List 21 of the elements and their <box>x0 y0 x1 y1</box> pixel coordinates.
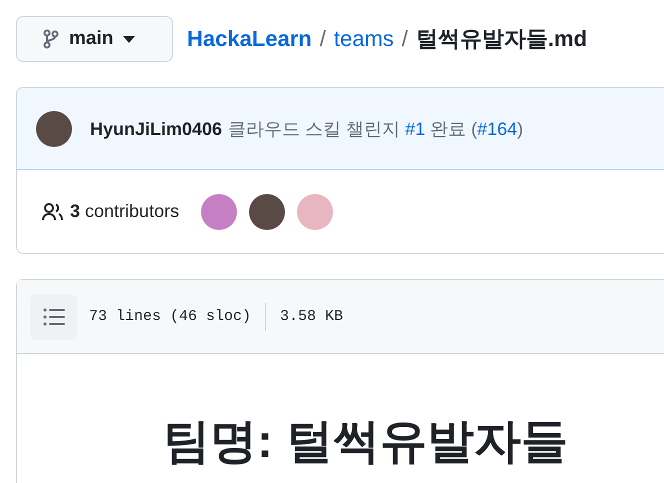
issue-link[interactable]: #164 <box>477 118 518 138</box>
repo-link[interactable]: HackaLearn <box>187 26 312 52</box>
people-icon <box>42 202 64 220</box>
caret-icon <box>123 36 136 42</box>
author-link[interactable]: HyunJiLim0406 <box>90 118 222 138</box>
branch-button[interactable]: main <box>16 16 173 62</box>
path-separator: / <box>402 26 408 52</box>
branch-icon <box>43 29 59 49</box>
path-separator: / <box>320 26 326 52</box>
list-icon <box>42 308 64 326</box>
contributors-count[interactable]: 3 contributors <box>70 201 180 222</box>
folder-link[interactable]: teams <box>334 26 394 52</box>
contributor-avatar[interactable] <box>249 194 286 230</box>
file-name: 털썩유발자들.md <box>416 25 588 53</box>
issue-link[interactable]: #1 <box>405 118 426 138</box>
commit-message: 클라우드 스킬 챌린지 #1 완료 (#164) <box>228 118 524 138</box>
author-avatar[interactable] <box>36 110 72 146</box>
line-count: 73 lines (46 sloc) <box>89 308 252 325</box>
document-heading: 팀명: 털썩유발자들 <box>163 413 568 469</box>
outline-button[interactable] <box>30 294 77 340</box>
file-size: 3.58 KB <box>280 308 344 325</box>
